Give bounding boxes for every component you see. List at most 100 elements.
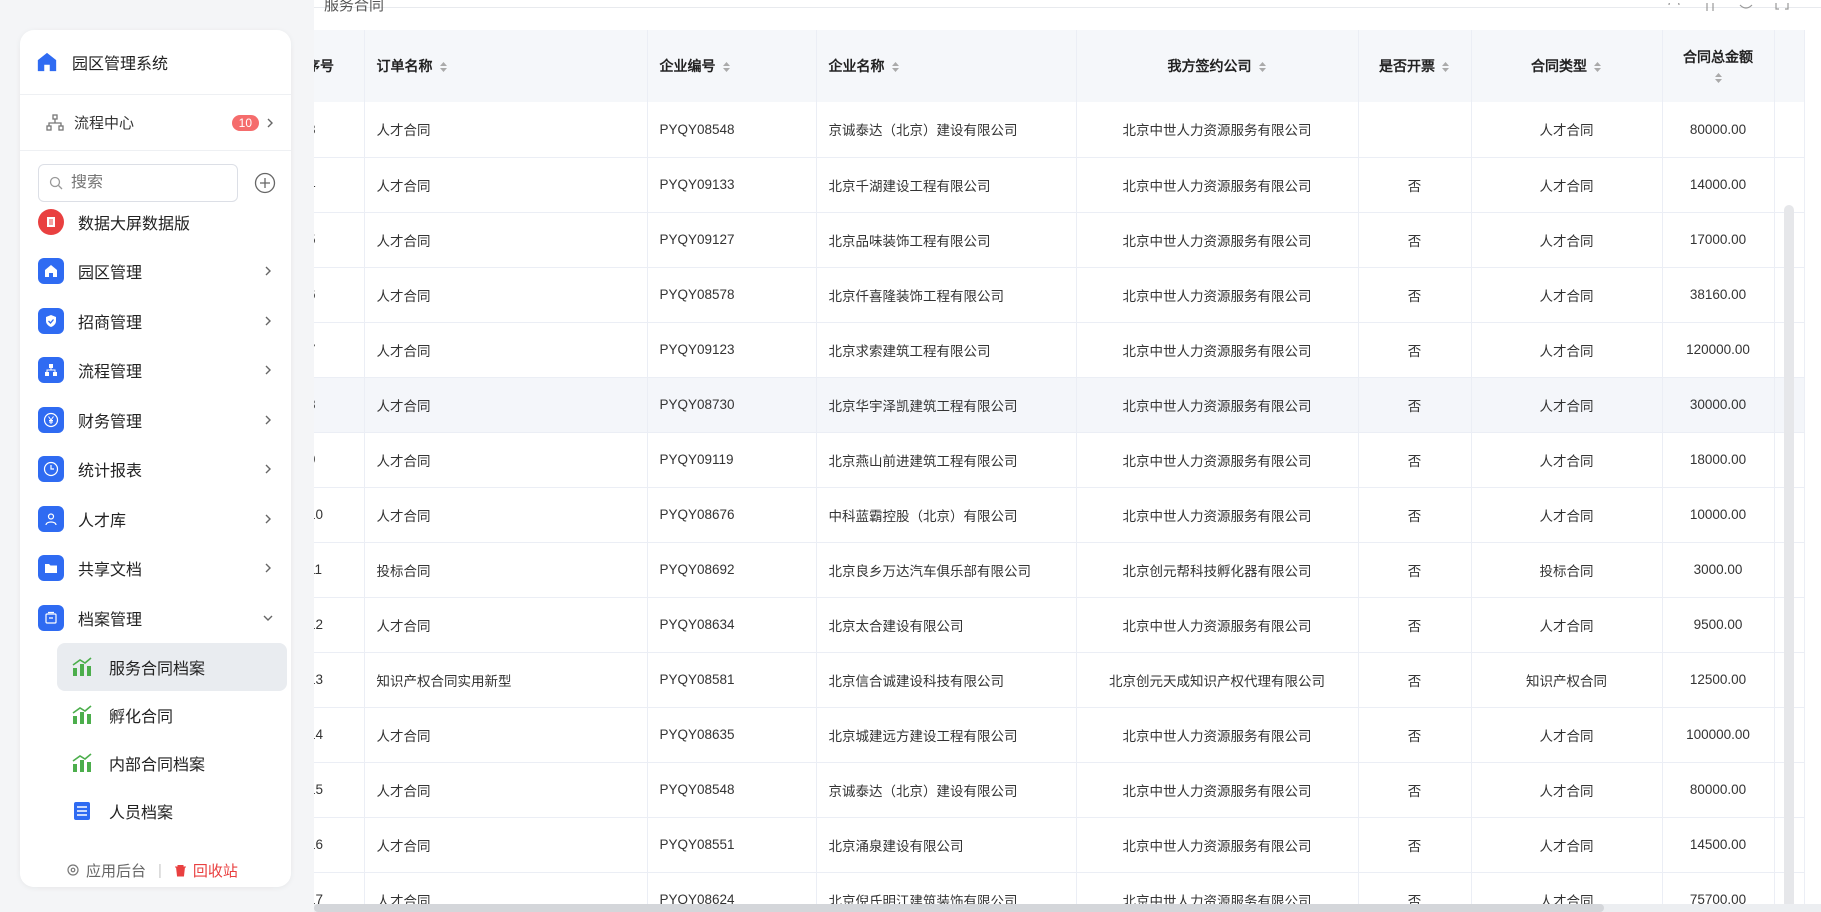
table-cell: 北京中世人力资源服务有限公司 bbox=[1076, 707, 1359, 763]
table-cell: 中科蓝霸控股（北京）有限公司 bbox=[816, 487, 1077, 543]
sort-icon[interactable] bbox=[722, 60, 731, 74]
table-cell: PYQY08551 bbox=[647, 817, 817, 873]
sidebar-header[interactable]: 园区管理系统 bbox=[20, 30, 291, 95]
table-cell: 否 bbox=[1358, 157, 1472, 213]
sort-icon[interactable] bbox=[1593, 60, 1602, 74]
table-cell: 15 bbox=[314, 762, 365, 818]
table-cell: 人才合同 bbox=[1471, 212, 1663, 268]
menu-item-data-screen[interactable]: 数据大屏数据版 bbox=[20, 197, 291, 247]
table-row[interactable]: 5人才合同PYQY09127北京品味装饰工程有限公司北京中世人力资源服务有限公司… bbox=[314, 212, 1805, 268]
table-cell: 否 bbox=[1358, 762, 1472, 818]
table-row[interactable]: 16人才合同PYQY08551北京涌泉建设有限公司北京中世人力资源服务有限公司否… bbox=[314, 817, 1805, 873]
table-cell: 否 bbox=[1358, 652, 1472, 708]
table-cell: 北京华宇泽凯建筑工程有限公司 bbox=[816, 377, 1077, 433]
table-cell: 人才合同 bbox=[364, 157, 648, 213]
chevron-right-icon bbox=[265, 266, 271, 276]
submenu-label: 人员档案 bbox=[109, 804, 174, 822]
flow-center[interactable]: 流程中心 10 bbox=[20, 95, 291, 151]
table-cell: PYQY08548 bbox=[647, 762, 817, 818]
app-backend-link[interactable]: 应用后台 bbox=[66, 860, 146, 881]
table-cell-overflow bbox=[1774, 102, 1805, 158]
sort-icon[interactable] bbox=[1441, 60, 1450, 74]
menu-item-investment[interactable]: 招商管理 bbox=[20, 296, 291, 346]
table-cell: 80000.00 bbox=[1662, 762, 1775, 818]
search-box[interactable] bbox=[38, 164, 238, 202]
table-cell: 11 bbox=[314, 542, 365, 598]
horizontal-scrollbar-thumb[interactable] bbox=[314, 904, 1604, 912]
menu-label: 流程管理 bbox=[78, 364, 143, 382]
table-row[interactable]: 8人才合同PYQY08730北京华宇泽凯建筑工程有限公司北京中世人力资源服务有限… bbox=[314, 377, 1805, 433]
menu-item-finance[interactable]: 财务管理 bbox=[20, 395, 291, 445]
table-cell: 否 bbox=[1358, 597, 1472, 653]
add-circle-icon[interactable] bbox=[254, 172, 276, 194]
table-cell: 18000.00 bbox=[1662, 432, 1775, 488]
menu-item-archive[interactable]: 档案管理 bbox=[20, 593, 291, 643]
col-header-order-name[interactable]: 订单名称 bbox=[364, 30, 648, 102]
menu-label: 档案管理 bbox=[78, 611, 143, 629]
table-row[interactable]: 6人才合同PYQY08578北京仟喜隆装饰工程有限公司北京中世人力资源服务有限公… bbox=[314, 267, 1805, 323]
submenu-item-internal-contract[interactable]: 内部合同档案 bbox=[57, 739, 287, 787]
table-row[interactable]: 14人才合同PYQY08635北京城建远方建设工程有限公司北京中世人力资源服务有… bbox=[314, 707, 1805, 763]
submenu-item-incubation[interactable]: 孵化合同 bbox=[57, 691, 287, 739]
chevron-right-icon bbox=[265, 514, 271, 524]
table-row[interactable]: 13知识产权合同实用新型PYQY08581北京信合诚建设科技有限公司北京创元天成… bbox=[314, 652, 1805, 708]
table-cell: 5 bbox=[314, 212, 365, 268]
submenu-item-personnel[interactable]: 人员档案 bbox=[57, 787, 287, 835]
search-input[interactable] bbox=[71, 174, 221, 192]
eye-icon[interactable] bbox=[1739, 0, 1753, 10]
col-header-contract-type[interactable]: 合同类型 bbox=[1471, 30, 1663, 102]
table-row[interactable]: 3人才合同PYQY08548京诚泰达（北京）建设有限公司北京中世人力资源服务有限… bbox=[314, 102, 1805, 158]
table-row[interactable]: 15人才合同PYQY08548京诚泰达（北京）建设有限公司北京中世人力资源服务有… bbox=[314, 762, 1805, 818]
table-cell: 8 bbox=[314, 377, 365, 433]
menu-item-shared-docs[interactable]: 共享文档 bbox=[20, 544, 291, 594]
table-cell: 7 bbox=[314, 322, 365, 378]
menu-label: 共享文档 bbox=[78, 562, 143, 580]
table-cell: PYQY09127 bbox=[647, 212, 817, 268]
col-header-company-code[interactable]: 企业编号 bbox=[647, 30, 817, 102]
submenu-item-service-contract[interactable]: 服务合同档案 bbox=[57, 642, 287, 691]
table-cell bbox=[1358, 102, 1472, 158]
submenu-label: 孵化合同 bbox=[109, 708, 174, 726]
col-header-total-amount[interactable]: 合同总金额 bbox=[1662, 30, 1775, 102]
density-icon[interactable] bbox=[1703, 0, 1717, 11]
col-header-invoiced[interactable]: 是否开票 bbox=[1358, 30, 1472, 102]
table-cell: 14 bbox=[314, 707, 365, 763]
table-row[interactable]: 12人才合同PYQY08634北京太合建设有限公司北京中世人力资源服务有限公司否… bbox=[314, 597, 1805, 653]
table-cell: PYQY09133 bbox=[647, 157, 817, 213]
menu-list: 数据大屏数据版 园区管理 招商管理 流程管理 财务管理 统计报表 人才库 共享文… bbox=[20, 197, 291, 835]
table-cell: 知识产权合同 bbox=[1471, 652, 1663, 708]
sort-icon[interactable] bbox=[1258, 60, 1267, 74]
archive-icon bbox=[38, 604, 64, 631]
recycle-bin-link[interactable]: 回收站 bbox=[174, 860, 238, 881]
table-cell: 知识产权合同实用新型 bbox=[364, 652, 648, 708]
table-row[interactable]: 10人才合同PYQY08676中科蓝霸控股（北京）有限公司北京中世人力资源服务有… bbox=[314, 487, 1805, 543]
table-cell: 9500.00 bbox=[1662, 597, 1775, 653]
table-cell: 北京中世人力资源服务有限公司 bbox=[1076, 212, 1359, 268]
sort-icon[interactable] bbox=[1714, 71, 1723, 85]
list-icon bbox=[74, 801, 90, 820]
table-cell: 投标合同 bbox=[364, 542, 648, 598]
menu-item-park[interactable]: 园区管理 bbox=[20, 247, 291, 297]
table-cell: 北京求索建筑工程有限公司 bbox=[816, 322, 1077, 378]
horizontal-scrollbar[interactable] bbox=[314, 904, 1821, 912]
table-row[interactable]: 9人才合同PYQY09119北京燕山前进建筑工程有限公司北京中世人力资源服务有限… bbox=[314, 432, 1805, 488]
sort-icon[interactable] bbox=[439, 60, 448, 74]
table-cell: 京诚泰达（北京）建设有限公司 bbox=[816, 762, 1077, 818]
menu-label: 财务管理 bbox=[78, 413, 143, 431]
col-header-signing-company[interactable]: 我方签约公司 bbox=[1076, 30, 1359, 102]
table-cell: 人才合同 bbox=[364, 597, 648, 653]
menu-item-reports[interactable]: 统计报表 bbox=[20, 445, 291, 495]
sort-icon[interactable] bbox=[891, 60, 900, 74]
vertical-scrollbar[interactable] bbox=[1784, 205, 1794, 912]
menu-item-process[interactable]: 流程管理 bbox=[20, 346, 291, 396]
menu-item-talent[interactable]: 人才库 bbox=[20, 494, 291, 544]
table-row[interactable]: 11投标合同PYQY08692北京良乡万达汽车俱乐部有限公司北京创元帮科技孵化器… bbox=[314, 542, 1805, 598]
table-cell: 38160.00 bbox=[1662, 267, 1775, 323]
table-row[interactable]: 4人才合同PYQY09133北京千湖建设工程有限公司北京中世人力资源服务有限公司… bbox=[314, 157, 1805, 213]
refresh-icon[interactable] bbox=[1667, 0, 1681, 10]
table-cell: 否 bbox=[1358, 322, 1472, 378]
col-header-company-name[interactable]: 企业名称 bbox=[816, 30, 1077, 102]
table-row[interactable]: 7人才合同PYQY09123北京求索建筑工程有限公司北京中世人力资源服务有限公司… bbox=[314, 322, 1805, 378]
table-cell: 17000.00 bbox=[1662, 212, 1775, 268]
fullscreen-icon[interactable] bbox=[1775, 0, 1789, 10]
